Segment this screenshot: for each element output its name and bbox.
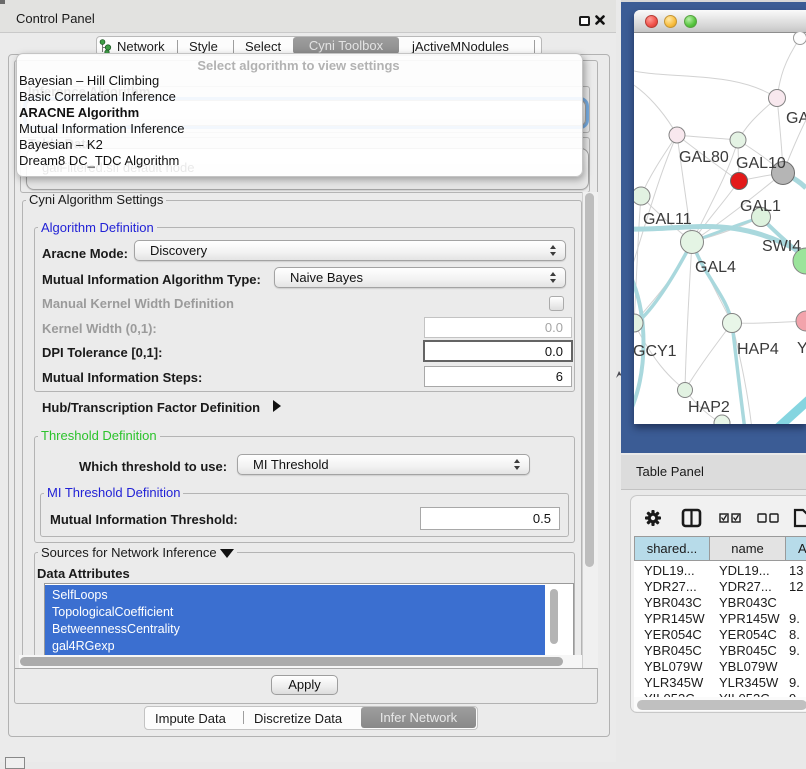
svg-text:GAL1: GAL1 [740, 198, 781, 215]
svg-text:HAP4: HAP4 [737, 341, 779, 358]
svg-text:GAL10: GAL10 [736, 155, 786, 172]
svg-text:HAP2: HAP2 [688, 399, 730, 416]
svg-text:GCY1: GCY1 [634, 343, 677, 360]
svg-text:GAL3: GAL3 [786, 110, 806, 127]
svg-text:GAL11: GAL11 [643, 211, 692, 228]
svg-text:Y: Y [797, 340, 806, 357]
svg-text:SWI4: SWI4 [762, 238, 801, 255]
svg-text:GAL4: GAL4 [695, 259, 736, 276]
svg-text:GAL80: GAL80 [679, 149, 729, 166]
